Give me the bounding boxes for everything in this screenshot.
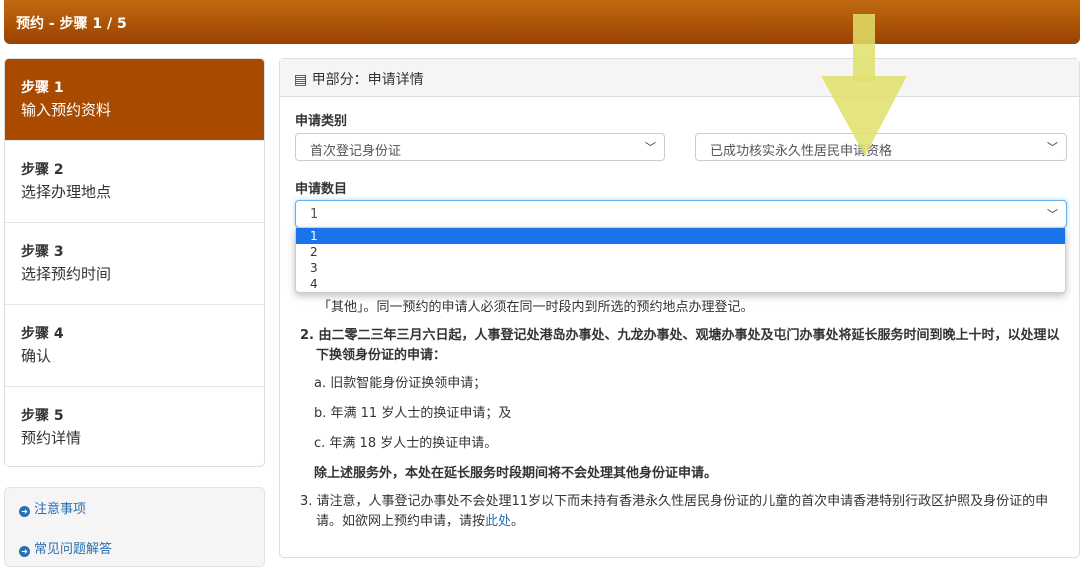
step-number: 步骤 3	[21, 244, 64, 260]
chevron-down-icon: ﹀	[1047, 208, 1058, 221]
page-header: 预约 - 步骤 1 / 5	[4, 0, 1080, 44]
here-link[interactable]: 此处	[485, 514, 511, 529]
note-3: 3. 请注意，人事登记办事处不会处理11岁以下而未持有香港永久性居民身份证的儿童…	[298, 492, 1068, 532]
step-label: 选择办理地点	[21, 183, 112, 201]
count-label: 申请数目	[295, 182, 348, 197]
step-number: 步骤 1	[21, 80, 64, 96]
option-1[interactable]: 1	[296, 228, 1065, 244]
note-2: 2. 由二零二三年三月六日起，人事登记处港岛办事处、九龙办事处、观塘办事处及屯门…	[300, 328, 1060, 363]
notes: 「其他」。同一预约的申请人必须在同一时段内到所选的预约地点办理登记。 2. 由二…	[298, 298, 1068, 540]
step-number: 步骤 2	[21, 162, 64, 178]
note-1: 「其他」。同一预约的申请人必须在同一时段内到所选的预约地点办理登记。	[318, 300, 754, 315]
step-label: 预约详情	[21, 429, 82, 447]
chevron-down-icon: ﹀	[645, 141, 656, 154]
count-dropdown: 1 2 3 4	[295, 227, 1066, 293]
note-2c: c. 年满 18 岁人士的换证申请。	[314, 436, 498, 451]
select-value: 首次登记身份证	[310, 144, 402, 159]
link-label[interactable]: 常见问题解答	[34, 542, 112, 557]
arrow-circle-icon: ➜	[19, 546, 30, 557]
step-label: 选择预约时间	[21, 265, 112, 283]
option-2[interactable]: 2	[296, 244, 1065, 260]
category-label: 申请类别	[295, 114, 348, 129]
panel-title: 甲部分：申请详情	[311, 72, 424, 88]
annotation-arrow-icon	[821, 14, 907, 156]
step-number: 步骤 4	[21, 326, 64, 342]
step-2[interactable]: 步骤 2 选择办理地点	[5, 141, 264, 223]
chevron-down-icon: ﹀	[1047, 141, 1058, 154]
step-label: 输入预约资料	[21, 101, 112, 119]
step-list: 步骤 1 输入预约资料 步骤 2 选择办理地点 步骤 3 选择预约时间 步骤 4 确认 …	[4, 58, 265, 467]
panel-header: ▤ 甲部分：申请详情	[280, 59, 1079, 97]
link-faq[interactable]: ➜ 常见问题解答	[19, 538, 250, 578]
note-2-footer: 除上述服务外，本处在延长服务时段期间将不会处理其他身份证申请。	[314, 466, 718, 481]
option-3[interactable]: 3	[296, 260, 1065, 276]
note-3-text: 3. 请注意，人事登记办事处不会处理11岁以下而未持有香港永久性居民身份证的儿童…	[300, 494, 1049, 529]
page-title: 预约 - 步骤 1 / 5	[16, 16, 127, 32]
note-2a: a. 旧款智能身份证换领申请；	[314, 376, 487, 391]
step-3[interactable]: 步骤 3 选择预约时间	[5, 223, 264, 305]
select-value: 1	[310, 207, 319, 222]
step-4[interactable]: 步骤 4 确认	[5, 305, 264, 387]
step-label: 确认	[21, 347, 52, 365]
arrow-circle-icon: ➜	[19, 506, 30, 517]
option-4[interactable]: 4	[296, 276, 1065, 292]
help-links: ➜ 注意事项 ➜ 常见问题解答	[4, 487, 265, 567]
link-label[interactable]: 注意事项	[34, 502, 86, 517]
note-2b: b. 年满 11 岁人士的换证申请；及	[314, 406, 512, 421]
category-select[interactable]: 首次登记身份证 ﹀	[295, 133, 665, 161]
list-icon: ▤	[294, 72, 312, 88]
step-5[interactable]: 步骤 5 预约详情	[5, 387, 264, 466]
note-3-end: 。	[511, 514, 525, 529]
step-number: 步骤 5	[21, 408, 64, 424]
step-1[interactable]: 步骤 1 输入预约资料	[5, 59, 264, 141]
link-notes[interactable]: ➜ 注意事项	[19, 498, 250, 538]
count-select[interactable]: 1 ﹀	[295, 200, 1067, 228]
